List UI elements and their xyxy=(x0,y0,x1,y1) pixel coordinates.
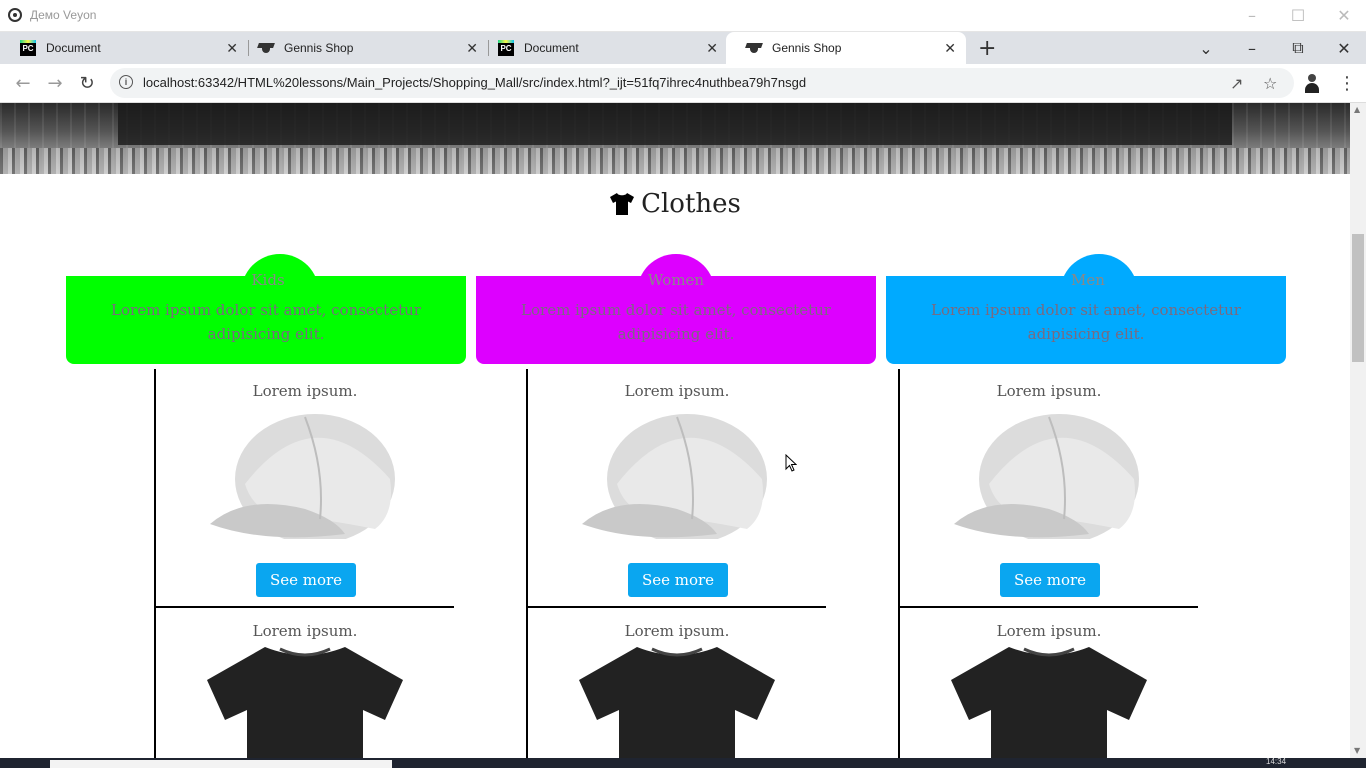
tshirt-icon xyxy=(609,192,635,216)
os-taskbar: 14:34 xyxy=(0,758,1366,768)
product-title: Lorem ipsum. xyxy=(252,382,358,400)
graduation-cap-icon xyxy=(746,40,762,56)
browser-close-button[interactable]: ✕ xyxy=(1321,32,1366,64)
minimize-button[interactable]: – xyxy=(1229,0,1275,31)
tab-document-2[interactable]: PC Document ✕ xyxy=(478,32,728,64)
scroll-up-arrow-icon[interactable]: ▲ xyxy=(1354,105,1360,114)
product-title: Lorem ipsum. xyxy=(252,622,358,640)
cap-image xyxy=(210,414,395,539)
close-tab-icon[interactable]: ✕ xyxy=(944,40,956,57)
hero-overlay-panel xyxy=(118,103,1232,145)
men-category-name: Men xyxy=(1071,271,1105,289)
tab-label: Gennis Shop xyxy=(284,41,354,55)
close-tab-icon[interactable]: ✕ xyxy=(226,40,238,57)
tab-label: Gennis Shop xyxy=(772,41,842,55)
kids-category-name: Kids xyxy=(251,271,285,289)
scrollbar-thumb[interactable] xyxy=(1352,234,1364,362)
mouse-cursor-icon xyxy=(785,454,797,472)
tab-label: Document xyxy=(524,41,579,55)
tab-label: Document xyxy=(46,41,101,55)
close-tab-icon[interactable]: ✕ xyxy=(466,40,478,57)
see-more-button[interactable]: See more xyxy=(628,563,728,597)
browser-restore-button[interactable]: ⧉ xyxy=(1275,32,1321,64)
browser-menu-icon[interactable]: ⋮ xyxy=(1338,73,1356,94)
page-scrollbar[interactable]: ▲ ▼ xyxy=(1350,103,1366,758)
browser-minimize-button[interactable]: – xyxy=(1229,32,1275,64)
pycharm-icon: PC xyxy=(498,40,514,56)
column-divider xyxy=(898,369,900,758)
reload-icon[interactable]: ↻ xyxy=(77,73,97,94)
url-text[interactable]: localhost:63342/HTML%20lessons/Main_Proj… xyxy=(143,75,806,90)
cap-image xyxy=(582,414,767,539)
cap-image xyxy=(954,414,1139,539)
product-title: Lorem ipsum. xyxy=(996,382,1102,400)
page-viewport: Clothes Kids Lorem ipsum dolor sit amet,… xyxy=(0,103,1350,758)
back-arrow-icon[interactable]: ← xyxy=(13,73,33,94)
site-info-icon[interactable]: i xyxy=(119,75,133,89)
product-title: Lorem ipsum. xyxy=(624,382,730,400)
taskbar-search-box[interactable] xyxy=(50,760,392,768)
close-tab-icon[interactable]: ✕ xyxy=(706,40,718,57)
women-category-description: Lorem ipsum dolor sit amet, consectetur … xyxy=(521,301,831,343)
row-divider xyxy=(528,606,826,608)
close-window-button[interactable]: ✕ xyxy=(1321,0,1366,31)
tab-gennis-shop-active[interactable]: Gennis Shop ✕ xyxy=(726,32,966,64)
graduation-cap-icon xyxy=(258,40,274,56)
new-tab-button[interactable]: + xyxy=(978,36,996,61)
browser-toolbar: ← → ↻ i localhost:63342/HTML%20lessons/M… xyxy=(0,64,1366,103)
tab-search-icon[interactable]: ⌄ xyxy=(1183,32,1229,64)
row-divider xyxy=(156,606,454,608)
forward-arrow-icon[interactable]: → xyxy=(45,73,65,94)
product-title: Lorem ipsum. xyxy=(624,622,730,640)
tab-gennis-shop-1[interactable]: Gennis Shop ✕ xyxy=(238,32,488,64)
product-title: Lorem ipsum. xyxy=(996,622,1102,640)
row-divider xyxy=(900,606,1198,608)
maximize-button[interactable]: ☐ xyxy=(1275,0,1321,31)
window-title-bar: Демо Veyon – ☐ ✕ xyxy=(0,0,1366,32)
column-divider xyxy=(154,369,156,758)
window-title: Демо Veyon xyxy=(30,8,97,22)
see-more-button[interactable]: See more xyxy=(1000,563,1100,597)
scroll-down-arrow-icon[interactable]: ▼ xyxy=(1354,746,1360,755)
women-category-name: Women xyxy=(647,271,705,289)
tshirt-image xyxy=(579,647,775,758)
address-bar[interactable]: i localhost:63342/HTML%20lessons/Main_Pr… xyxy=(110,68,1294,98)
profile-avatar-icon[interactable] xyxy=(1303,73,1321,93)
bookmark-star-icon[interactable]: ☆ xyxy=(1263,74,1277,93)
tab-document-1[interactable]: PC Document ✕ xyxy=(0,32,248,64)
see-more-button[interactable]: See more xyxy=(256,563,356,597)
tshirt-image xyxy=(207,647,403,758)
men-category-description: Lorem ipsum dolor sit amet, consectetur … xyxy=(931,301,1241,343)
kids-category-description: Lorem ipsum dolor sit amet, consectetur … xyxy=(111,301,421,343)
browser-tab-strip: PC Document ✕ Gennis Shop ✕ PC Document … xyxy=(0,32,1366,64)
veyon-eye-icon xyxy=(8,8,22,22)
pycharm-icon: PC xyxy=(20,40,36,56)
section-heading: Clothes xyxy=(0,189,1350,219)
section-title: Clothes xyxy=(641,189,741,219)
tshirt-image xyxy=(951,647,1147,758)
column-divider xyxy=(526,369,528,758)
taskbar-clock: 14:34 xyxy=(1266,757,1287,766)
share-icon[interactable]: ↗ xyxy=(1230,74,1243,93)
